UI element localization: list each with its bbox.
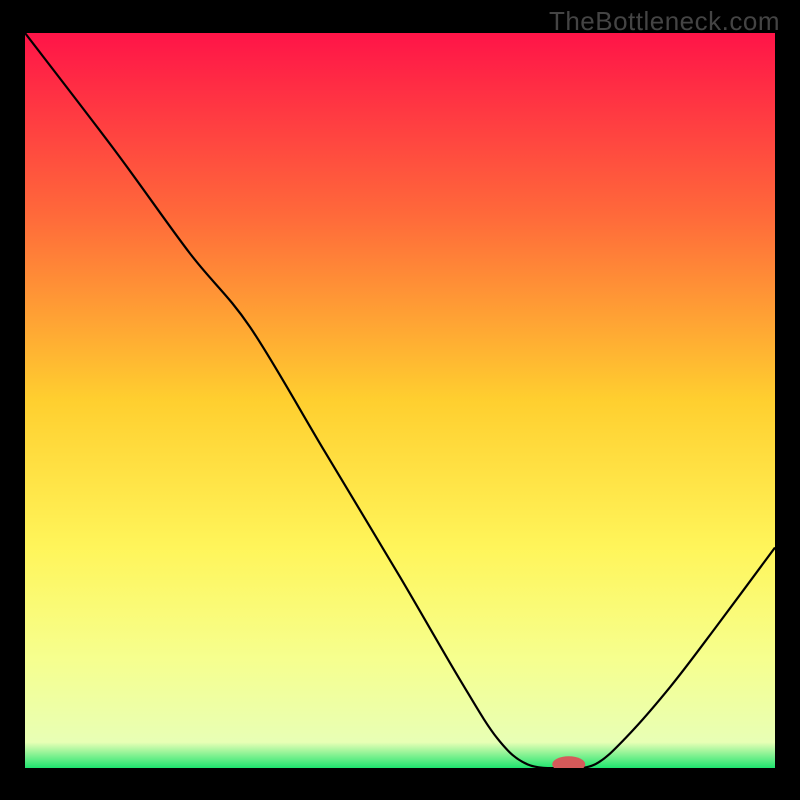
chart-frame: TheBottleneck.com — [0, 0, 800, 800]
gradient-rect — [25, 33, 775, 768]
plot-area — [25, 33, 775, 768]
chart-svg — [25, 33, 775, 768]
